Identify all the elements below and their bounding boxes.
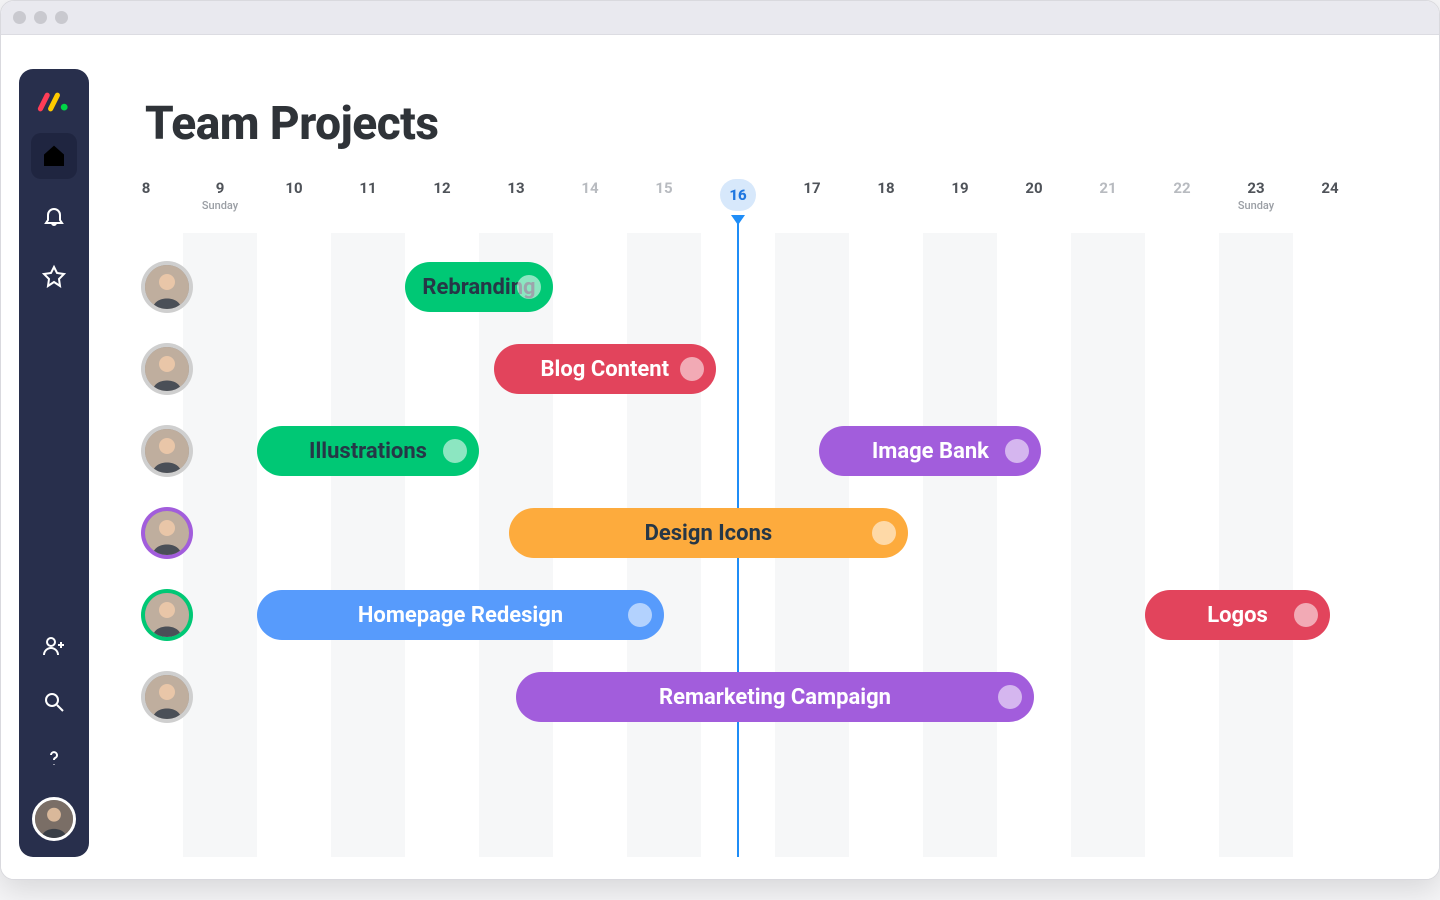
add-user-icon [42,634,66,658]
date-13[interactable]: 13 [479,179,553,197]
date-17[interactable]: 17 [775,179,849,197]
timeline-date-header: 89Sunday101112131415 17181920212223Sunday… [109,179,1421,233]
nav-home[interactable] [31,133,77,179]
nav-favorites[interactable] [31,253,77,299]
avatar-icon [145,593,189,637]
task-handle-icon[interactable] [1005,439,1029,463]
timeline-col-bg [1219,233,1293,857]
task-bar[interactable]: Image Bank [819,426,1041,476]
task-handle-icon[interactable] [998,685,1022,709]
avatar-icon [145,265,189,309]
avatar-icon [145,511,189,555]
timeline-col-bg [331,233,405,857]
task-label: Image Bank [872,439,989,464]
date-20[interactable]: 20 [997,179,1071,197]
row-avatar[interactable] [141,261,193,313]
nav-search[interactable] [31,679,77,725]
task-handle-icon[interactable] [872,521,896,545]
nav-help[interactable] [31,735,77,781]
avatar-icon [145,675,189,719]
task-label: Remarketing Campaign [659,685,891,710]
task-bar[interactable]: Homepage Redesign [257,590,664,640]
main-content: Team Projects 89Sunday101112131415 171819… [109,69,1421,857]
date-24[interactable]: 24 [1293,179,1367,197]
home-icon [42,144,66,168]
timeline-chart-area[interactable]: 16RebrandingBlog ContentIllustrationsIma… [109,233,1421,857]
avatar-icon [145,347,189,391]
task-bar[interactable]: Illustrations [257,426,479,476]
task-label: Design Icons [645,521,773,546]
app-window: Team Projects 89Sunday101112131415 171819… [0,0,1440,880]
bell-icon [42,204,66,228]
nav-invite[interactable] [31,623,77,669]
app-logo-icon [37,91,71,113]
row-avatar[interactable] [141,425,193,477]
timeline-col-bg [183,233,257,857]
current-user-avatar[interactable] [32,797,76,841]
app-body: Team Projects 89Sunday101112131415 171819… [1,35,1439,879]
page-title: Team Projects [145,97,1421,151]
date-8[interactable]: 8 [109,179,183,197]
window-dot [55,11,68,24]
timeline: 89Sunday101112131415 17181920212223Sunday… [109,179,1421,857]
timeline-col-bg [923,233,997,857]
task-bar[interactable]: Blog Content [494,344,716,394]
task-bar[interactable]: Rebranding [405,262,553,312]
timeline-col-bg [1071,233,1145,857]
window-dot [34,11,47,24]
date-9[interactable]: 9Sunday [183,179,257,212]
date-23[interactable]: 23Sunday [1219,179,1293,212]
nav-notifications[interactable] [31,193,77,239]
date-10[interactable]: 10 [257,179,331,197]
task-handle-icon[interactable] [1294,603,1318,627]
task-bar[interactable]: Design Icons [509,508,909,558]
date-21[interactable]: 21 [1071,179,1145,197]
row-avatar[interactable] [141,671,193,723]
search-icon [42,690,66,714]
row-avatar[interactable] [141,507,193,559]
window-dot [13,11,26,24]
date-15[interactable]: 15 [627,179,701,197]
task-handle-icon[interactable] [680,357,704,381]
date-12[interactable]: 12 [405,179,479,197]
date-11[interactable]: 11 [331,179,405,197]
avatar-icon [145,429,189,473]
row-avatar[interactable] [141,343,193,395]
task-label: Logos [1207,603,1268,628]
task-label: Homepage Redesign [358,603,563,628]
task-handle-icon[interactable] [628,603,652,627]
task-bar[interactable]: Logos [1145,590,1330,640]
avatar-icon [35,797,73,841]
sidebar-bottom [19,623,89,857]
date-14[interactable]: 14 [553,179,627,197]
task-label: Blog Content [541,357,670,382]
date-18[interactable]: 18 [849,179,923,197]
task-label: Illustrations [309,439,427,464]
window-titlebar [1,1,1439,35]
task-handle-icon[interactable] [517,275,541,299]
today-bubble[interactable]: 16 [720,179,756,211]
row-avatar[interactable] [141,589,193,641]
task-bar[interactable]: Remarketing Campaign [516,672,1034,722]
sidebar [19,69,89,857]
task-handle-icon[interactable] [443,439,467,463]
star-icon [42,264,66,288]
help-icon [42,746,66,770]
date-22[interactable]: 22 [1145,179,1219,197]
date-19[interactable]: 19 [923,179,997,197]
